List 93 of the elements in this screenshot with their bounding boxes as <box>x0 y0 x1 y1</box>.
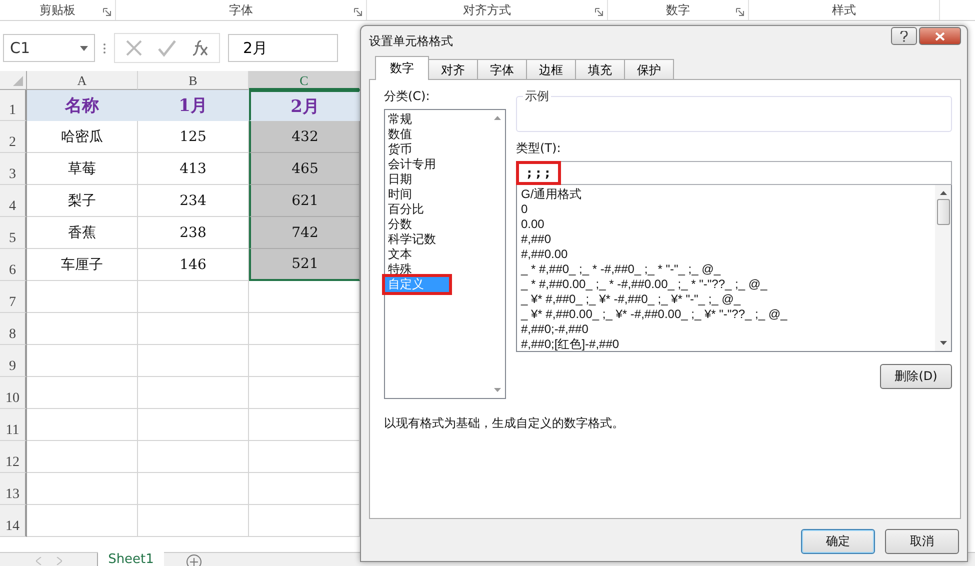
column-header[interactable]: C <box>249 71 360 90</box>
help-icon <box>900 30 908 42</box>
row-header[interactable]: 14 <box>0 505 27 537</box>
category-item[interactable]: 百分比 <box>385 202 489 217</box>
type-label: 类型(T): <box>516 140 562 157</box>
row-header[interactable]: 10 <box>0 377 27 409</box>
formula-field[interactable]: 2月 <box>228 34 338 62</box>
row-header[interactable]: 9 <box>0 345 27 377</box>
category-item[interactable]: 科学记数 <box>385 232 489 247</box>
format-item[interactable]: _ * #,##0_ ;_ * -#,##0_ ;_ * "-"_ ;_ @_ <box>521 262 931 277</box>
format-item[interactable]: _ * #,##0.00_ ;_ * -#,##0.00_ ;_ * "-"??_ ;_ @_ <box>521 277 931 292</box>
row-header[interactable]: 7 <box>0 281 27 313</box>
ribbon-group-label: 样式 <box>832 2 856 18</box>
scroll-up-icon[interactable] <box>494 116 500 120</box>
category-item[interactable]: 会计专用 <box>385 157 489 172</box>
dialog-tab[interactable]: 边框 <box>526 59 576 80</box>
table-cell: 车厘子 <box>27 249 138 281</box>
description-text: 以现有格式为基础，生成自定义的数字格式。 <box>384 415 625 432</box>
row-header[interactable]: 12 <box>0 441 27 473</box>
row-header[interactable]: 4 <box>0 185 27 217</box>
name-box[interactable]: C1 <box>3 34 95 62</box>
dialog-tab[interactable]: 字体 <box>477 59 527 80</box>
scroll-up-icon[interactable] <box>940 191 946 195</box>
row-header[interactable]: 11 <box>0 409 27 441</box>
row-header[interactable]: 8 <box>0 313 27 345</box>
category-item[interactable]: 日期 <box>385 172 489 187</box>
category-item[interactable]: 时间 <box>385 187 489 202</box>
close-icon <box>935 32 945 40</box>
function-icon[interactable] <box>191 39 209 57</box>
close-button[interactable] <box>919 27 961 45</box>
ribbon-group-label: 对齐方式 <box>463 2 511 18</box>
format-item[interactable]: G/通用格式 <box>521 187 931 202</box>
table-cell: 草莓 <box>27 153 138 185</box>
scroll-down-icon[interactable] <box>940 341 946 345</box>
table-cell: 梨子 <box>27 185 138 217</box>
format-item[interactable]: 0.00 <box>521 217 931 232</box>
delete-button[interactable]: 删除(D) <box>880 364 952 389</box>
help-button[interactable] <box>891 27 917 45</box>
row-header[interactable]: 3 <box>0 153 27 185</box>
scroll-thumb[interactable] <box>936 199 950 225</box>
format-item[interactable]: #,##0 <box>521 232 931 247</box>
scroll-down-icon[interactable] <box>494 388 500 392</box>
more-icon[interactable] <box>103 42 106 54</box>
table-cell: 香蕉 <box>27 217 138 249</box>
checkmark-icon[interactable] <box>157 39 177 57</box>
add-sheet-icon[interactable] <box>186 554 202 566</box>
dialog-tab[interactable]: 对齐 <box>428 59 478 80</box>
ok-button[interactable]: 确定 <box>801 529 875 554</box>
ribbon-group-label: 字体 <box>229 2 253 18</box>
format-item[interactable]: #,##0;-#,##0 <box>521 322 931 337</box>
table-cell: 哈密瓜 <box>27 121 138 153</box>
sheet-tab[interactable]: Sheet1 <box>98 552 164 566</box>
caret-icon <box>80 46 88 50</box>
table-cell: 465 <box>249 153 360 185</box>
dialog-launcher-icon[interactable] <box>103 8 111 16</box>
type-field[interactable]: ; ; ; <box>516 161 952 185</box>
dialog-launcher-icon[interactable] <box>595 8 603 16</box>
dialog-tab[interactable]: 数字 <box>375 56 429 80</box>
column-header[interactable]: A <box>27 71 138 90</box>
format-item[interactable]: _ ¥* #,##0.00_ ;_ ¥* -#,##0.00_ ;_ ¥* "-"??_ ;_ @_ <box>521 307 931 322</box>
category-item[interactable]: 货币 <box>385 142 489 157</box>
row-header[interactable]: 6 <box>0 249 27 281</box>
row-header[interactable]: 5 <box>0 217 27 249</box>
header-cell: 名称 <box>27 90 138 121</box>
dialog-title: 设置单元格格式 <box>369 32 453 50</box>
format-item[interactable]: _ ¥* #,##0_ ;_ ¥* -#,##0_ ;_ ¥* "-"_ ;_ @_ <box>521 292 931 307</box>
format-item[interactable]: #,##0.00 <box>521 247 931 262</box>
cancel-button[interactable]: 取消 <box>885 529 959 554</box>
row-header[interactable]: 2 <box>0 121 27 153</box>
row-header[interactable]: 1 <box>0 90 27 121</box>
format-item[interactable]: 0 <box>521 202 931 217</box>
header-cell: 2月 <box>249 90 360 121</box>
category-item[interactable]: 常规 <box>385 112 489 127</box>
category-item[interactable]: 分数 <box>385 217 489 232</box>
table-cell: 742 <box>249 217 360 249</box>
category-item[interactable]: 特殊 <box>385 262 489 277</box>
dialog-tab[interactable]: 填充 <box>575 59 625 80</box>
dialog-launcher-icon[interactable] <box>736 8 744 16</box>
header-cell: 1月 <box>138 90 249 121</box>
category-item[interactable]: 数值 <box>385 127 489 142</box>
dialog-tab[interactable]: 保护 <box>624 59 674 80</box>
category-item[interactable]: 文本 <box>385 247 489 262</box>
table-cell: 432 <box>249 121 360 153</box>
format-item[interactable]: #,##0;[红色]-#,##0 <box>521 337 931 351</box>
table-cell: 521 <box>249 249 360 281</box>
category-label: 分类(C): <box>384 88 431 105</box>
ribbon-group-label: 数字 <box>666 2 690 18</box>
column-header[interactable]: B <box>138 71 249 90</box>
dialog-launcher-icon[interactable] <box>354 8 362 16</box>
row-header[interactable]: 13 <box>0 473 27 505</box>
table-cell: 621 <box>249 185 360 217</box>
ribbon-group-label: 剪贴板 <box>40 2 76 18</box>
sample-label: 示例 <box>524 88 550 105</box>
